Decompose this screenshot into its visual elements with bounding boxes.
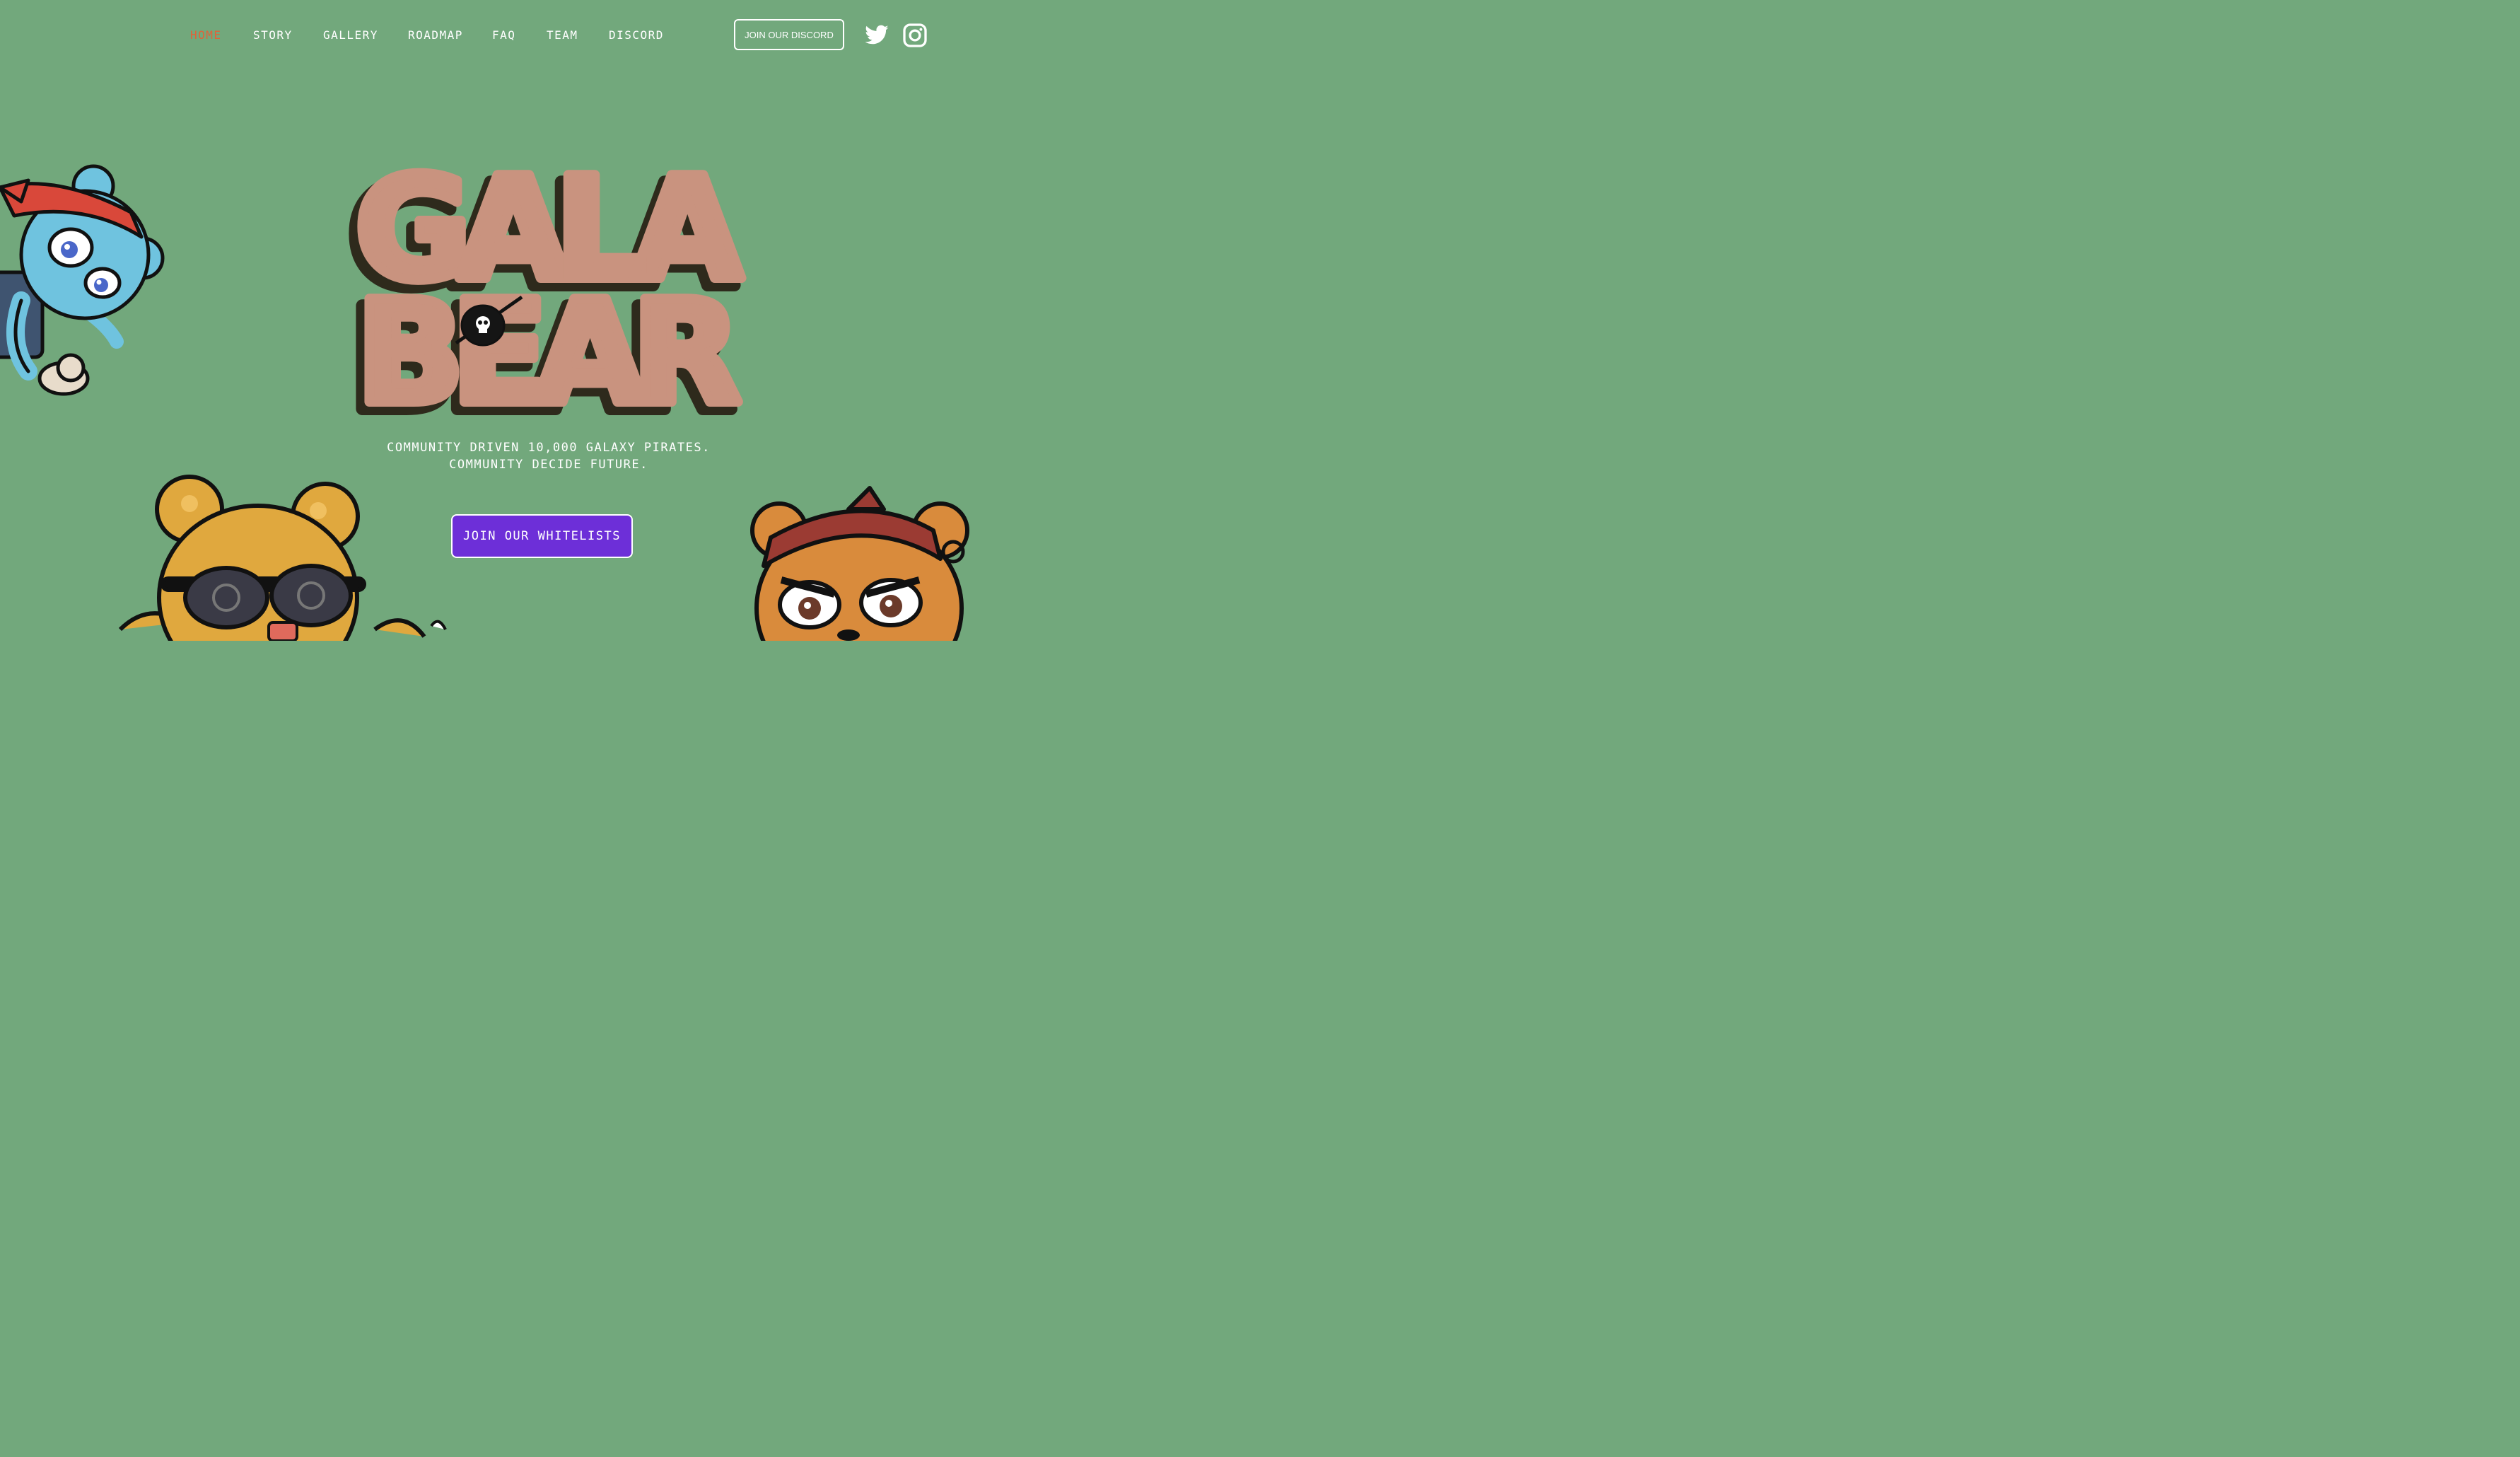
nav-roadmap[interactable]: ROADMAP	[408, 27, 463, 44]
hero-tagline-line1: COMMUNITY DRIVEN 10,000 GALAXY PIRATES.	[387, 441, 711, 455]
orange-bear-illustration	[750, 486, 969, 641]
nav-story[interactable]: STORY	[253, 27, 293, 44]
blue-bear-illustration	[0, 164, 165, 396]
nav-team[interactable]: TEAM	[547, 27, 578, 44]
nav-gallery[interactable]: GALLERY	[323, 27, 378, 44]
yellow-bear-illustration	[118, 475, 447, 641]
nav-faq[interactable]: FAQ	[492, 27, 515, 44]
hero-tagline-line2: COMMUNITY DECIDE FUTURE.	[449, 458, 648, 472]
join-whitelist-button[interactable]: JOIN OUR WHITELISTS	[451, 514, 633, 558]
nav-home[interactable]: HOME	[190, 27, 222, 44]
nav-discord[interactable]: DISCORD	[609, 27, 664, 44]
main-nav: HOME STORY GALLERY ROADMAP FAQ TEAM DISC…	[0, 27, 1109, 44]
logo-line2: BEAR	[356, 271, 738, 428]
twitter-icon[interactable]	[864, 23, 889, 48]
gala-bear-logo: GALA GALA BEAR BEAR	[342, 166, 749, 428]
instagram-icon[interactable]	[902, 23, 928, 48]
join-discord-button[interactable]: JOIN OUR DISCORD	[734, 19, 844, 50]
